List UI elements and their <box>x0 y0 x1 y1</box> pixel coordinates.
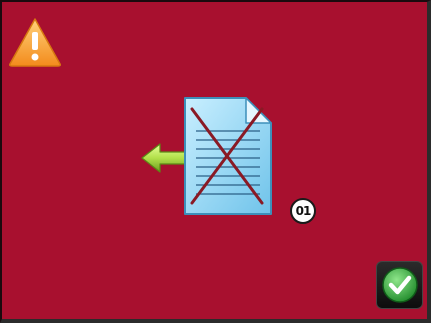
document-crossed-icon <box>184 97 272 215</box>
warning-triangle-icon <box>9 18 61 67</box>
checkmark-icon <box>382 267 418 303</box>
confirm-button[interactable] <box>376 261 423 309</box>
error-screen: 01 <box>0 0 431 323</box>
error-code-badge: 01 <box>290 198 316 224</box>
